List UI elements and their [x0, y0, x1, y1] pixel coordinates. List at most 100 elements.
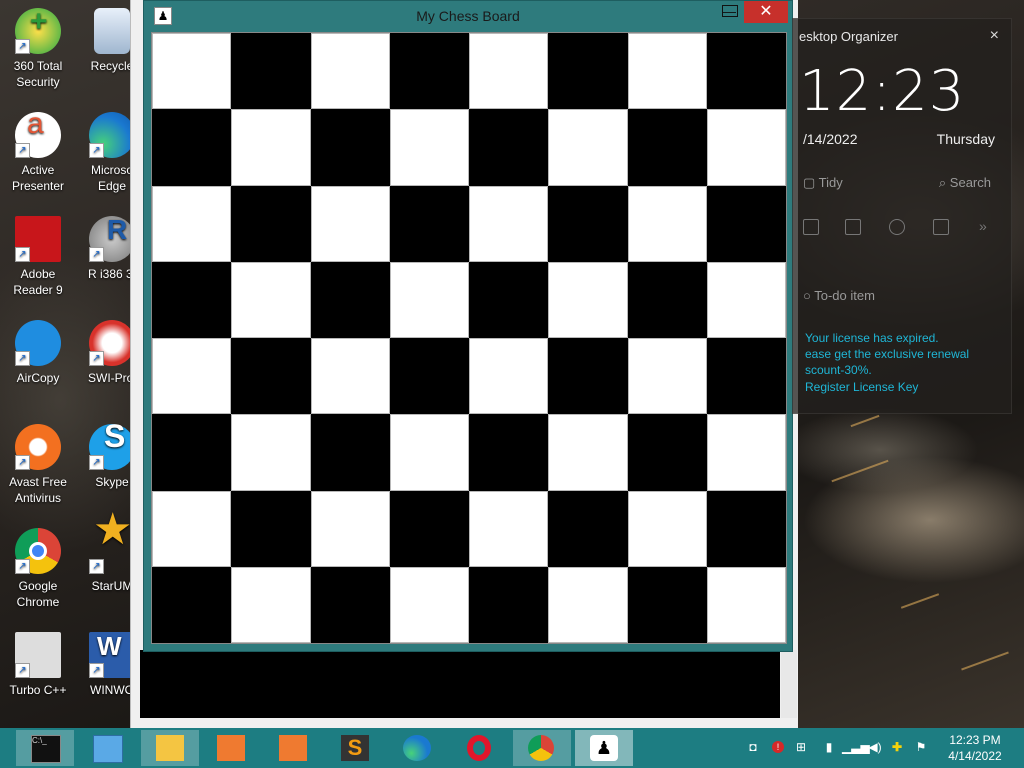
taskbar-control-panel[interactable] [78, 730, 136, 766]
chess-square[interactable] [231, 185, 311, 262]
chess-square[interactable] [310, 338, 390, 415]
tidy-button[interactable]: ▢ Tidy [803, 175, 843, 191]
taskbar-chrome[interactable] [513, 730, 571, 766]
taskbar-java[interactable]: ♟ [575, 730, 633, 766]
security-plus-icon[interactable]: ✚ [890, 739, 904, 755]
chess-square[interactable] [706, 490, 786, 567]
desktop-icon-active-presenter[interactable]: a ↗ Active Presenter [2, 109, 74, 194]
chess-square[interactable] [152, 490, 232, 567]
chess-square[interactable] [152, 261, 232, 338]
chess-square[interactable] [152, 414, 232, 491]
desktop-icon-avast[interactable]: ↗ Avast Free Antivirus [2, 424, 74, 506]
chess-square[interactable] [310, 490, 390, 567]
chess-square[interactable] [469, 338, 549, 415]
chess-square[interactable] [389, 566, 469, 643]
title-bar[interactable]: ♟ My Chess Board — ✕ [144, 1, 792, 29]
chess-square[interactable] [152, 566, 232, 643]
chess-square[interactable] [548, 261, 628, 338]
chess-square[interactable] [469, 414, 549, 491]
alert-icon[interactable]: ! [772, 741, 784, 753]
network-shield-icon[interactable]: ⊞ [794, 739, 808, 755]
battery-icon[interactable]: ▮ [822, 739, 836, 755]
chess-square[interactable] [548, 490, 628, 567]
desktop-icon-adobe[interactable]: ↗ Adobe Reader 9 [2, 216, 74, 298]
taskbar-camera[interactable] [264, 730, 322, 766]
chess-square[interactable] [627, 490, 707, 567]
chess-square[interactable] [310, 261, 390, 338]
taskbar-clock-time[interactable]: 12:23 PM [944, 733, 1006, 747]
flag-icon[interactable]: ⚑ [914, 739, 928, 755]
taskbar-cmd[interactable]: C:\_ [16, 730, 74, 766]
desktop-icon-360[interactable]: + ↗ 360 Total Security [2, 7, 74, 90]
chess-square[interactable] [706, 185, 786, 262]
chess-square[interactable] [310, 414, 390, 491]
chess-square[interactable] [152, 109, 232, 186]
tool-icon[interactable] [889, 219, 905, 235]
chess-square[interactable] [231, 33, 311, 110]
chess-square[interactable] [627, 566, 707, 643]
chess-square[interactable] [389, 109, 469, 186]
chess-square[interactable] [231, 566, 311, 643]
chess-square[interactable] [548, 414, 628, 491]
chess-square[interactable] [389, 261, 469, 338]
maximize-button[interactable] [722, 5, 738, 17]
chess-square[interactable] [231, 109, 311, 186]
chess-square[interactable] [469, 490, 549, 567]
desktop-icon-turboc[interactable]: ↗ Turbo C++ [2, 632, 74, 698]
taskbar-edge[interactable] [388, 730, 446, 766]
taskbar-clock-date[interactable]: 4/14/2022 [944, 749, 1006, 763]
chess-square[interactable] [310, 33, 390, 110]
console-scrollbar[interactable] [781, 650, 797, 718]
chess-square[interactable] [310, 185, 390, 262]
chess-square[interactable] [152, 185, 232, 262]
chess-square[interactable] [706, 414, 786, 491]
signal-icon[interactable]: ▁▃▅ [842, 739, 870, 755]
chess-square[interactable] [231, 338, 311, 415]
volume-icon[interactable]: ◀) [868, 739, 882, 755]
register-license-link[interactable]: Register License Key [805, 380, 918, 394]
chevron-right-icon[interactable]: » [979, 219, 993, 233]
tool-icon[interactable] [933, 219, 949, 235]
chess-square[interactable] [548, 109, 628, 186]
chess-square[interactable] [627, 338, 707, 415]
chess-square[interactable] [389, 338, 469, 415]
desktop-icon-chrome[interactable]: ↗ Google Chrome [2, 528, 74, 610]
chess-square[interactable] [310, 566, 390, 643]
tool-icon[interactable] [803, 219, 819, 235]
desktop-icon-aircopy[interactable]: ↗ AirCopy [2, 320, 74, 386]
taskbar-sublime-text[interactable]: S [326, 730, 384, 766]
todo-item[interactable]: ○ To-do item [803, 288, 875, 303]
chess-square[interactable] [706, 338, 786, 415]
taskbar-active-presenter[interactable] [202, 730, 260, 766]
organizer-close-icon[interactable]: × [990, 27, 999, 45]
chess-square[interactable] [231, 261, 311, 338]
chess-square[interactable] [231, 490, 311, 567]
chess-square[interactable] [706, 261, 786, 338]
chess-square[interactable] [469, 33, 549, 110]
chess-square[interactable] [627, 261, 707, 338]
chess-square[interactable] [469, 261, 549, 338]
tool-icon[interactable] [845, 219, 861, 235]
chess-square[interactable] [627, 185, 707, 262]
search-button[interactable]: ⌕ Search [939, 175, 991, 191]
chess-square[interactable] [389, 185, 469, 262]
chess-square[interactable] [548, 185, 628, 262]
chess-square[interactable] [231, 414, 311, 491]
chess-square[interactable] [469, 185, 549, 262]
taskbar-opera[interactable] [450, 730, 508, 766]
chess-square[interactable] [469, 566, 549, 643]
chess-square[interactable] [627, 109, 707, 186]
chess-square[interactable] [152, 33, 232, 110]
screenshot-icon[interactable]: ◘ [746, 739, 760, 755]
chess-square[interactable] [389, 490, 469, 567]
chess-square[interactable] [469, 109, 549, 186]
chess-square[interactable] [310, 109, 390, 186]
chess-square[interactable] [706, 33, 786, 110]
chess-square[interactable] [389, 33, 469, 110]
taskbar-file-explorer[interactable] [141, 730, 199, 766]
chess-square[interactable] [627, 33, 707, 110]
chess-square[interactable] [706, 109, 786, 186]
chess-square[interactable] [548, 33, 628, 110]
close-button[interactable]: ✕ [744, 1, 788, 23]
chess-square[interactable] [627, 414, 707, 491]
